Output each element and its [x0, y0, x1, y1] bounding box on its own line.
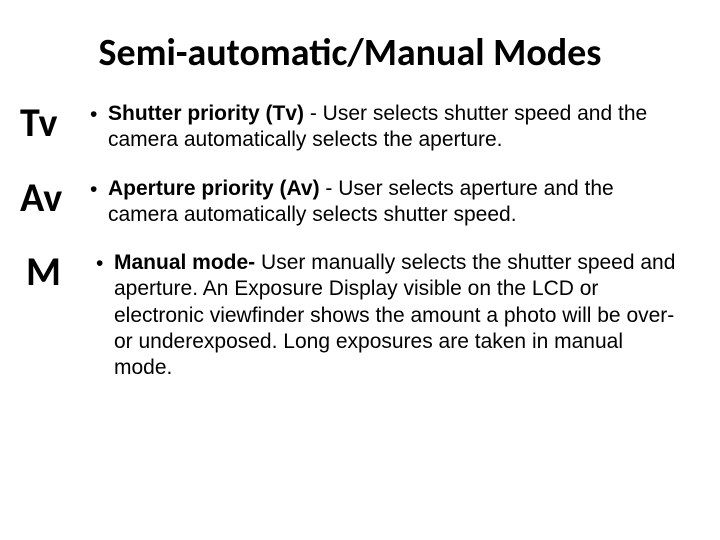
mode-row-m: M • Manual mode- User manually selects t… — [20, 250, 680, 381]
bullet-bold: Shutter priority (Tv) — [108, 102, 304, 125]
mode-label-av: Av — [20, 176, 90, 218]
bullet-line: • Aperture priority (Av) - User selects … — [90, 176, 680, 229]
bullet-dot-icon: • — [90, 176, 108, 203]
bullet-dot-icon: • — [90, 101, 108, 128]
bullet-text: Manual mode- User manually selects the s… — [114, 250, 680, 381]
bullet-block: • Aperture priority (Av) - User selects … — [90, 176, 680, 229]
bullet-block: • Manual mode- User manually selects the… — [96, 250, 680, 381]
slide: Semi-automatic/Manual Modes Tv • Shutter… — [0, 0, 720, 540]
bullet-block: • Shutter priority (Tv) - User selects s… — [90, 101, 680, 154]
mode-label-tv: Tv — [20, 101, 90, 143]
bullet-line: • Manual mode- User manually selects the… — [96, 250, 680, 381]
bullet-bold: Aperture priority (Av) — [108, 177, 320, 200]
mode-label-m: M — [20, 250, 96, 292]
bullet-bold: Manual mode- — [114, 251, 255, 274]
bullet-dot-icon: • — [96, 250, 114, 277]
bullet-text: Shutter priority (Tv) - User selects shu… — [108, 101, 680, 154]
bullet-line: • Shutter priority (Tv) - User selects s… — [90, 101, 680, 154]
bullet-text: Aperture priority (Av) - User selects ap… — [108, 176, 680, 229]
mode-row-tv: Tv • Shutter priority (Tv) - User select… — [20, 101, 680, 154]
slide-title: Semi-automatic/Manual Modes — [20, 30, 680, 76]
mode-row-av: Av • Aperture priority (Av) - User selec… — [20, 176, 680, 229]
